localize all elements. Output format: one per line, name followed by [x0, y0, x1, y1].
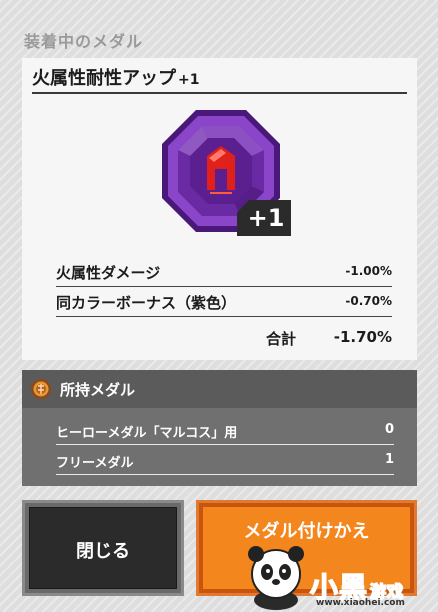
owned-label: フリーメダル: [56, 456, 134, 471]
owned-medals-title: 所持メダル: [60, 381, 136, 399]
medal-level-badge: +1: [237, 200, 291, 236]
owned-row: ヒーローメダル「マルコス」用 0: [56, 418, 394, 445]
close-button-label[interactable]: 閉じる: [25, 537, 181, 563]
divider: [32, 92, 407, 94]
stat-row: 同カラーボーナス（紫色） -0.70%: [56, 288, 392, 317]
medal-coin-icon: [31, 379, 51, 399]
stat-row: 火属性ダメージ -1.00%: [56, 258, 392, 287]
owned-label: ヒーローメダル「マルコス」用: [56, 426, 238, 441]
stat-label: 同カラーボーナス（紫色）: [56, 294, 237, 312]
owned-row: フリーメダル 1: [56, 448, 394, 475]
owned-count: 1: [384, 452, 394, 467]
owned-count: 0: [384, 422, 394, 437]
stat-value: -1.00%: [345, 264, 392, 278]
medal-level: +1: [178, 72, 200, 88]
total-label: 合計: [266, 330, 297, 348]
header-title: 装着中のメダル: [24, 32, 144, 51]
owned-medals-panel: 所持メダル ヒーローメダル「マルコス」用 0 フリーメダル 1: [22, 370, 417, 486]
close-button[interactable]: 閉じる: [22, 500, 184, 596]
medal-name-text: 火属性耐性アップ: [32, 68, 176, 89]
watermark-url: www.xiaohei.com: [316, 598, 405, 608]
equipped-medal-card: 火属性耐性アップ +1 +1 火属性ダメージ -1.00% 同カラーボーナス（紫色…: [22, 58, 417, 360]
panda-watermark-icon: [248, 546, 304, 610]
stat-value: -0.70%: [345, 294, 392, 308]
owned-medals-header: 所持メダル: [22, 370, 417, 408]
stat-label: 火属性ダメージ: [56, 264, 161, 282]
total-value: -1.70%: [333, 328, 392, 346]
medal-name: 火属性耐性アップ +1: [32, 64, 199, 90]
